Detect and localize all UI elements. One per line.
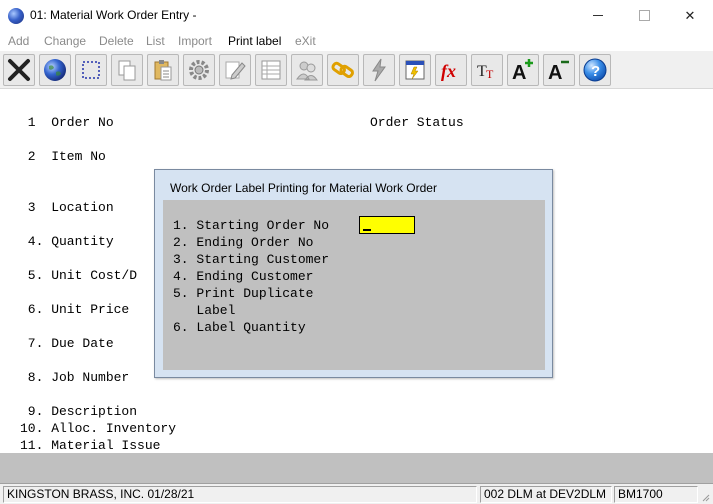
menu-exit[interactable]: eXit xyxy=(295,34,316,48)
paste-icon xyxy=(154,60,172,81)
field-unit-price[interactable]: 6. Unit Price xyxy=(20,302,129,317)
field-item-no[interactable]: 2 Item No xyxy=(20,149,106,164)
dialog-field-print-duplicate-label: Label xyxy=(173,303,236,318)
edit-icon xyxy=(225,61,246,80)
dialog-field-label-quantity: 6. Label Quantity xyxy=(173,320,306,335)
svg-text:T: T xyxy=(486,67,494,81)
help-icon: ? xyxy=(583,58,607,82)
menu-print-label[interactable]: Print label xyxy=(228,34,281,48)
text-caret xyxy=(363,229,371,231)
starting-order-no-input[interactable] xyxy=(359,216,415,234)
menu-import[interactable]: Import xyxy=(178,34,212,48)
order-status-label: Order Status xyxy=(370,115,464,130)
settings-icon xyxy=(189,60,209,80)
menu-add[interactable]: Add xyxy=(8,34,29,48)
edit-button[interactable] xyxy=(219,54,251,86)
font-increase-button[interactable]: A xyxy=(507,54,539,86)
font-decrease-button[interactable]: A xyxy=(543,54,575,86)
dialog-field-ending-order-no: 2. Ending Order No xyxy=(173,235,314,250)
copy-button[interactable] xyxy=(111,54,143,86)
select-icon xyxy=(82,61,100,79)
function-button[interactable]: fx xyxy=(435,54,467,86)
maximize-button[interactable] xyxy=(621,0,667,31)
dialog-field-ending-customer: 4. Ending Customer xyxy=(173,269,314,284)
globe-icon xyxy=(44,59,66,81)
status-bar: KINGSTON BRASS, INC. 01/28/21 002 DLM at… xyxy=(0,483,713,504)
window-title: 01: Material Work Order Entry - xyxy=(30,8,197,22)
copy-icon xyxy=(118,60,136,81)
status-module: BM1700 xyxy=(614,486,698,503)
lightning-button[interactable] xyxy=(363,54,395,86)
app-globe-icon xyxy=(8,8,24,24)
link-button[interactable] xyxy=(327,54,359,86)
field-job-number[interactable]: 8. Job Number xyxy=(20,370,129,385)
menu-change[interactable]: Change xyxy=(44,34,86,48)
select-button[interactable] xyxy=(75,54,107,86)
toolbar: fx TT A A ? xyxy=(0,51,713,89)
label-printing-dialog: Work Order Label Printing for Material W… xyxy=(154,169,553,378)
calculator-icon xyxy=(405,60,425,80)
dialog-field-starting-customer: 3. Starting Customer xyxy=(173,252,330,267)
menu-delete[interactable]: Delete xyxy=(99,34,134,48)
list-button[interactable] xyxy=(255,54,287,86)
font-decrease-icon: A xyxy=(548,60,569,83)
users-icon xyxy=(296,61,318,81)
function-icon: fx xyxy=(441,61,456,81)
lightning-icon xyxy=(372,58,386,82)
dialog-title: Work Order Label Printing for Material W… xyxy=(170,181,437,195)
dialog-field-starting-order-no: 1. Starting Order No xyxy=(173,218,330,233)
exit-icon xyxy=(8,59,30,81)
svg-text:?: ? xyxy=(591,63,600,80)
form-footer-band xyxy=(0,453,713,483)
field-due-date[interactable]: 7. Due Date xyxy=(20,336,114,351)
exit-button[interactable] xyxy=(3,54,35,86)
field-unit-cost[interactable]: 5. Unit Cost/D xyxy=(20,268,137,283)
close-button[interactable] xyxy=(667,0,713,31)
field-description[interactable]: 9. Description xyxy=(20,404,137,419)
field-order-no[interactable]: 1 Order No xyxy=(20,115,114,130)
font-icon: TT xyxy=(477,63,494,81)
status-session: 002 DLM at DEV2DLM xyxy=(480,486,612,503)
dialog-field-print-duplicate: 5. Print Duplicate xyxy=(173,286,314,301)
dialog-body: 1. Starting Order No 2. Ending Order No … xyxy=(163,200,545,370)
field-material-issue[interactable]: 11. Material Issue xyxy=(20,438,160,453)
field-quantity[interactable]: 4. Quantity xyxy=(20,234,114,249)
help-button[interactable]: ? xyxy=(579,54,611,86)
minimize-button[interactable] xyxy=(575,0,621,31)
link-icon xyxy=(331,61,354,79)
field-alloc-inventory[interactable]: 10. Alloc. Inventory xyxy=(20,421,176,436)
svg-text:A: A xyxy=(512,62,526,83)
font-button[interactable]: TT xyxy=(471,54,503,86)
globe-button[interactable] xyxy=(39,54,71,86)
users-button[interactable] xyxy=(291,54,323,86)
field-location[interactable]: 3 Location xyxy=(20,200,114,215)
svg-text:fx: fx xyxy=(441,61,456,81)
status-company: KINGSTON BRASS, INC. 01/28/21 xyxy=(3,486,477,503)
paste-button[interactable] xyxy=(147,54,179,86)
svg-text:A: A xyxy=(548,62,562,83)
menu-list[interactable]: List xyxy=(146,34,165,48)
calculator-button[interactable] xyxy=(399,54,431,86)
list-icon xyxy=(261,60,281,80)
menu-bar: Add Change Delete List Import Print labe… xyxy=(0,31,713,51)
settings-button[interactable] xyxy=(183,54,215,86)
font-increase-icon: A xyxy=(512,59,533,83)
title-bar: 01: Material Work Order Entry - xyxy=(0,0,713,31)
resize-grip-icon[interactable] xyxy=(700,491,710,502)
